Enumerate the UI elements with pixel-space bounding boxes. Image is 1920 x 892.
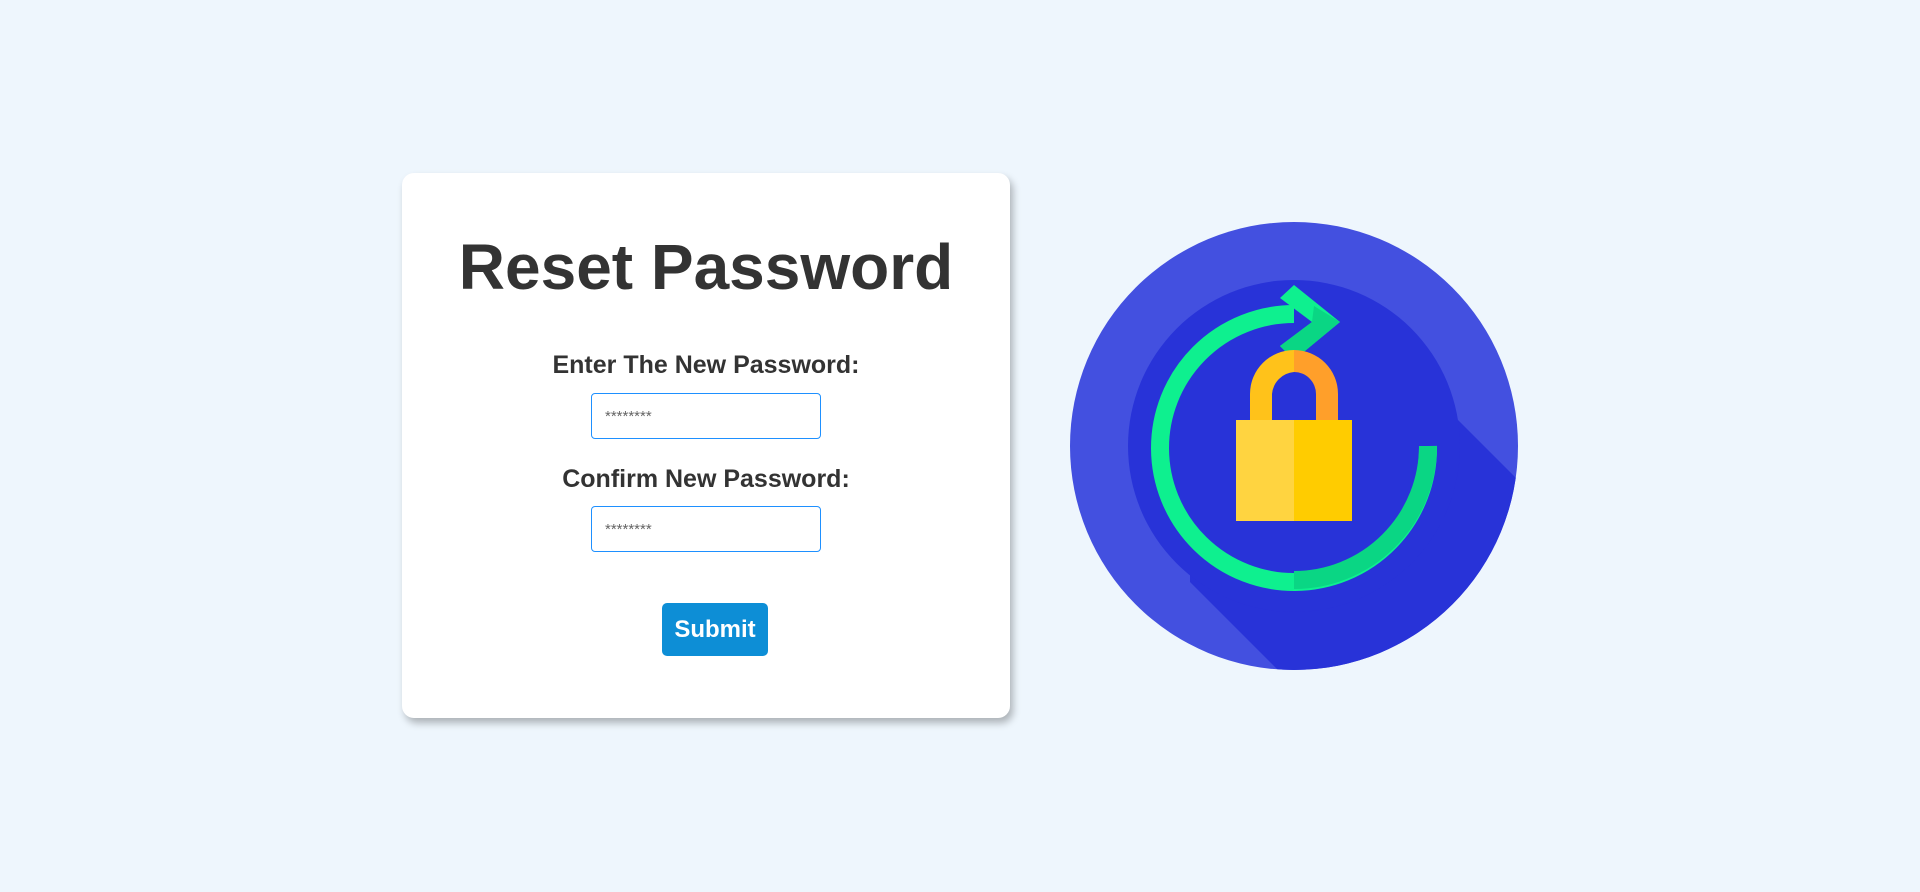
confirm-password-label: Confirm New Password: — [562, 465, 850, 493]
page-title: Reset Password — [458, 231, 954, 303]
submit-button[interactable]: Submit — [662, 603, 768, 656]
confirm-password-field[interactable] — [591, 506, 821, 552]
new-password-label: Enter The New Password: — [552, 351, 860, 379]
reset-password-page: Reset Password Enter The New Password: C… — [0, 0, 1920, 892]
reset-password-card: Reset Password Enter The New Password: C… — [402, 173, 1010, 718]
lock-reset-icon — [1070, 222, 1518, 670]
lock-body — [1236, 420, 1294, 521]
new-password-field[interactable] — [591, 393, 821, 439]
